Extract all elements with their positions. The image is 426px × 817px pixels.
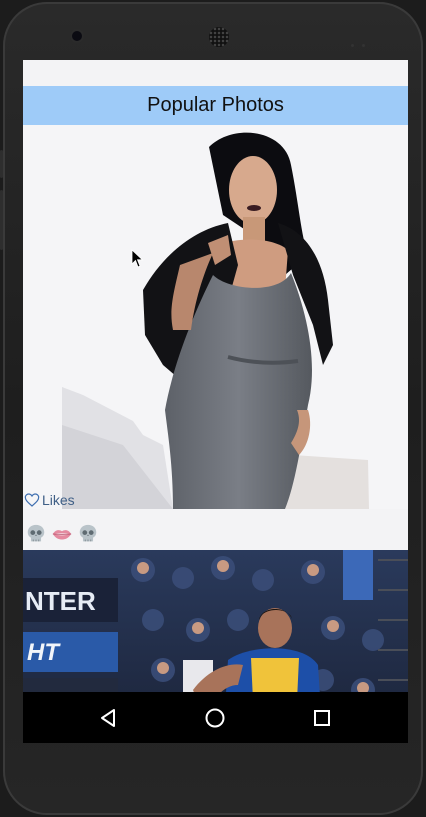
front-camera xyxy=(72,31,82,41)
nav-back-button[interactable] xyxy=(79,692,139,743)
heart-outline-icon[interactable] xyxy=(24,492,40,508)
likes-row[interactable]: Likes xyxy=(24,491,75,509)
recents-square-icon xyxy=(314,709,330,726)
photo-woman-grey-dress xyxy=(62,132,369,509)
app-header: Popular Photos xyxy=(23,86,408,125)
back-triangle-icon xyxy=(101,708,115,727)
volume-button xyxy=(0,150,3,178)
svg-text:NTER: NTER xyxy=(25,586,96,616)
page-title: Popular Photos xyxy=(147,94,284,116)
nav-recents-button[interactable] xyxy=(292,692,352,743)
power-button xyxy=(0,190,3,250)
android-nav-bar xyxy=(23,692,408,743)
skull-icon[interactable] xyxy=(25,523,47,545)
mouse-pointer-icon xyxy=(131,249,144,268)
skull-icon[interactable] xyxy=(77,523,99,545)
home-circle-icon xyxy=(205,708,225,727)
svg-text:HT: HT xyxy=(27,639,61,666)
likes-label: Likes xyxy=(42,492,75,508)
lips-icon[interactable] xyxy=(51,523,73,545)
reaction-emojis xyxy=(25,523,99,545)
popular-photo-1[interactable] xyxy=(23,125,408,509)
nav-home-button[interactable] xyxy=(185,692,245,743)
earpiece-speaker xyxy=(209,27,229,47)
sensor-dots xyxy=(351,34,381,65)
app-screen: Popular Photos Likes NTER HT xyxy=(23,60,408,743)
